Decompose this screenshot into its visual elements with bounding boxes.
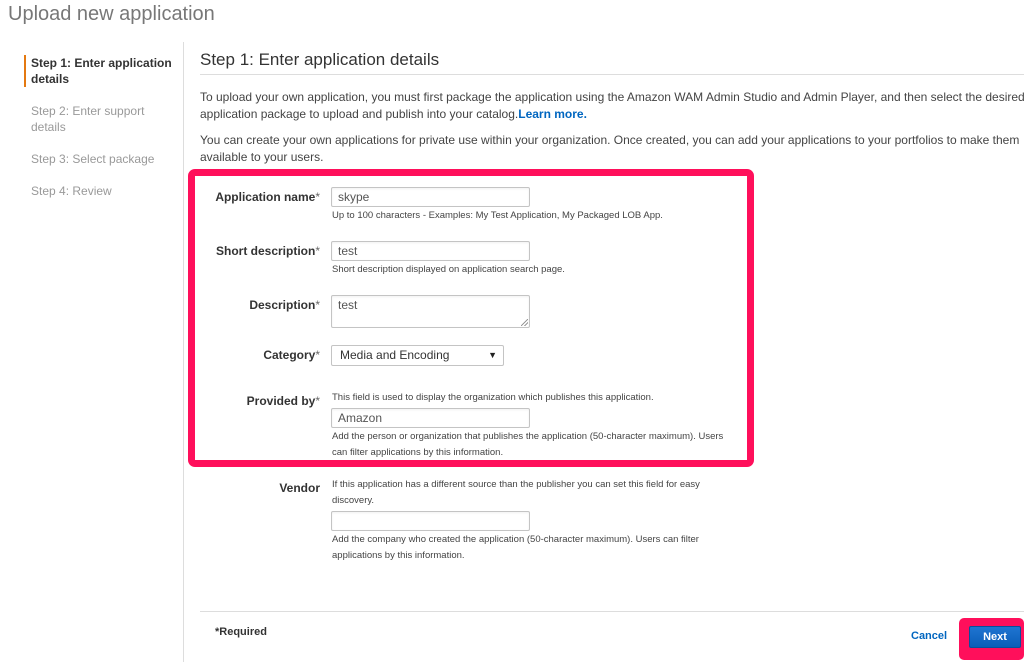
category-label: Category* xyxy=(200,348,320,362)
cancel-link[interactable]: Cancel xyxy=(911,630,947,642)
sidebar-divider xyxy=(183,42,184,662)
sidebar-step-4[interactable]: Step 4: Review xyxy=(24,183,174,199)
short-desc-input[interactable]: test xyxy=(331,241,530,261)
description-label-text: Description xyxy=(249,298,316,312)
sidebar-step-1[interactable]: Step 1: Enter application details xyxy=(24,55,174,87)
required-mark: * xyxy=(315,298,320,312)
vendor-label: Vendor xyxy=(279,481,320,495)
required-note: *Required xyxy=(215,626,267,638)
category-select[interactable]: Media and Encoding ▼ xyxy=(331,345,504,366)
category-label-text: Category xyxy=(263,348,316,362)
short-desc-label: Short description* xyxy=(200,244,320,258)
intro-text: To upload your own application, you must… xyxy=(200,90,1024,121)
intro-paragraph: To upload your own application, you must… xyxy=(200,89,1024,123)
category-value: Media and Encoding xyxy=(340,348,450,362)
required-mark: * xyxy=(315,244,320,258)
provided-by-help-bottom: Add the person or organization that publ… xyxy=(332,431,724,458)
description-label: Description* xyxy=(200,298,320,312)
step-heading: Step 1: Enter application details xyxy=(200,50,440,69)
learn-more-link[interactable]: Learn more. xyxy=(518,107,587,121)
resize-grip-icon[interactable] xyxy=(521,319,528,326)
dropdown-arrow-icon: ▼ xyxy=(488,350,497,360)
provided-by-input[interactable]: Amazon xyxy=(331,408,530,428)
description-value: test xyxy=(338,298,358,312)
page-title: Upload new application xyxy=(8,3,215,25)
vendor-input[interactable] xyxy=(331,511,530,531)
app-name-help: Up to 100 characters - Examples: My Test… xyxy=(332,210,663,221)
required-mark: * xyxy=(315,394,320,408)
sidebar-step-3[interactable]: Step 3: Select package xyxy=(24,151,174,167)
app-name-label: Application name* xyxy=(200,190,320,204)
vendor-help-bottom: Add the company who created the applicat… xyxy=(332,534,699,561)
required-mark: * xyxy=(315,190,320,204)
short-desc-help: Short description displayed on applicati… xyxy=(332,264,565,275)
footer-divider xyxy=(200,611,1024,612)
wizard-steps-sidebar: Step 1: Enter application details Step 2… xyxy=(24,55,174,215)
provided-by-help-top: This field is used to display the organi… xyxy=(332,392,654,403)
sidebar-step-2[interactable]: Step 2: Enter support details xyxy=(24,103,174,135)
short-desc-label-text: Short description xyxy=(215,244,316,258)
provided-by-label-text: Provided by xyxy=(246,394,316,408)
app-name-input[interactable]: skype xyxy=(331,187,530,207)
required-mark: * xyxy=(315,348,320,362)
provided-by-label: Provided by* xyxy=(200,394,320,408)
intro-paragraph-2: You can create your own applications for… xyxy=(200,133,1020,164)
heading-divider xyxy=(200,74,1024,75)
next-button[interactable]: Next xyxy=(969,626,1021,648)
vendor-help-top: If this application has a different sour… xyxy=(332,479,700,506)
app-name-label-text: Application name xyxy=(215,190,316,204)
description-textarea[interactable]: test xyxy=(331,295,530,328)
